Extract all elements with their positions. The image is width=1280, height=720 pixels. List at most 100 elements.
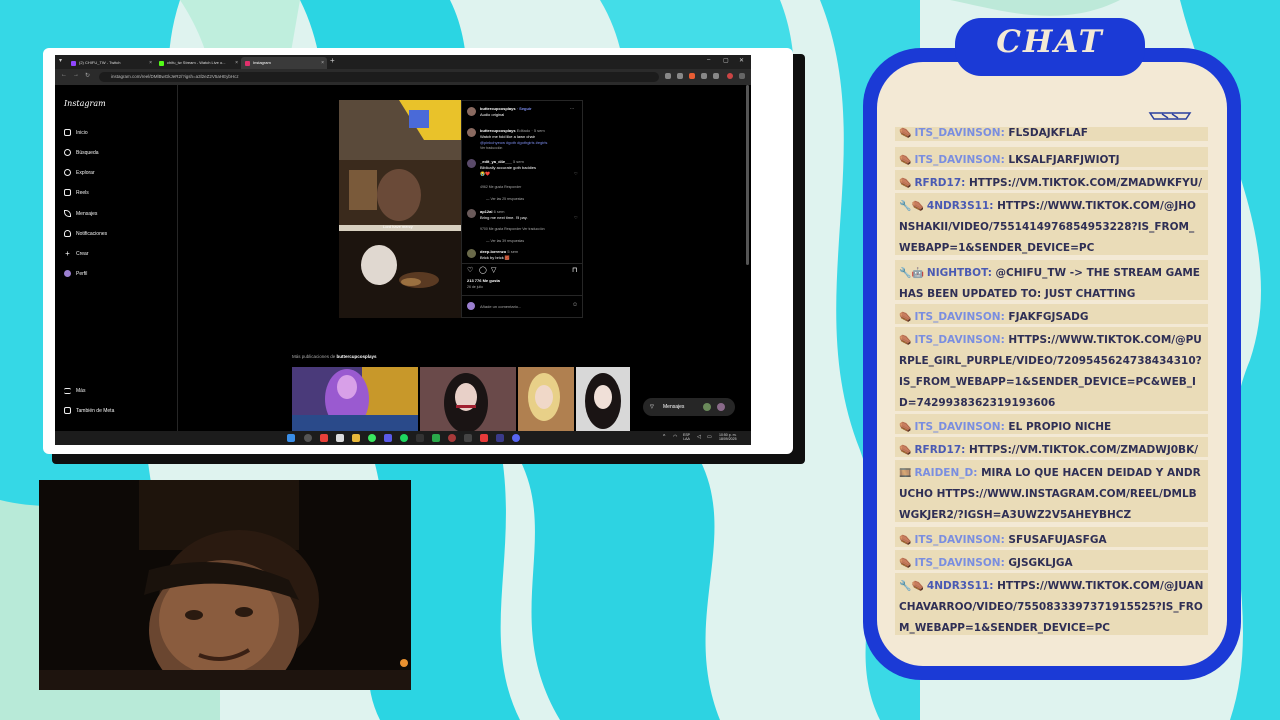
reload-icon[interactable]: ↻ [85,72,90,79]
app-icon[interactable] [416,434,424,442]
wifi-icon[interactable]: ◠ [673,435,677,440]
comment-user[interactable]: deep.lorrenzo [480,249,506,254]
chat-username[interactable]: RFRD17 [914,444,961,456]
nav-mensajes[interactable]: Mensajes [64,209,97,219]
author-username[interactable]: buttercupcosplays · Seguir [480,106,532,111]
save-icon[interactable]: ⊓ [572,266,577,274]
like-comment-icon[interactable]: ♡ [574,215,578,220]
extensions-icon[interactable] [701,73,707,79]
author-avatar[interactable] [467,107,476,116]
app-icon[interactable] [384,434,392,442]
nav-perfil[interactable]: Perfil [64,269,87,279]
view-replies-link[interactable]: — Ver las 25 respuestas [486,197,524,201]
chat-username[interactable]: 4NDR3S11 [927,200,989,212]
comment-avatar[interactable] [467,249,476,258]
start-icon[interactable] [287,434,295,442]
nav-notificaciones[interactable]: Notificaciones [64,229,107,239]
more-post-thumbnail[interactable] [518,367,574,431]
more-posts-user[interactable]: buttercupcosplays [337,354,377,359]
follow-button[interactable]: · Seguir [517,106,532,111]
chat-username[interactable]: ITS_DAVINSON [914,154,1000,166]
app-icon[interactable] [496,434,504,442]
clock[interactable]: 10:50 p. m. 18/09/2025 [719,433,737,441]
forward-icon[interactable]: → [73,72,79,78]
extension-icon[interactable] [689,73,695,79]
chrome-icon[interactable] [368,434,376,442]
comment-avatar[interactable] [467,209,476,218]
caption-user[interactable]: buttercupcosplays [480,128,516,133]
likes-count[interactable]: 213 776 Me gusta [467,278,500,283]
xbox-icon[interactable] [432,434,440,442]
new-tab-button[interactable]: + [330,56,335,65]
tab-twitch[interactable]: (2) CHIFU_TW - Twitch × [67,57,155,69]
messages-button[interactable]: ▽ Mensajes [643,398,735,416]
scrollbar[interactable] [746,85,749,265]
battery-icon[interactable]: ▭ [707,435,712,440]
chat-username[interactable]: NIGHTBOT [927,267,988,279]
chat-username[interactable]: ITS_DAVINSON [914,311,1000,323]
profile-avatar[interactable] [727,73,733,79]
app-icon[interactable] [448,434,456,442]
sidebar-icon[interactable] [713,73,719,79]
discord-icon[interactable] [512,434,520,442]
comment-meta[interactable]: 4962 Me gusta Responder [480,185,521,189]
comment-user[interactable]: ap12al [480,209,492,214]
caption-tags[interactable]: @pinkchyeow #goth #gothgirls #egirls [480,140,547,145]
comment-icon[interactable]: ◯ [479,266,487,274]
tab-menu-icon[interactable]: ▾ [59,57,62,64]
maximize-button[interactable]: ▢ [723,57,729,64]
emoji-icon[interactable]: ☺ [572,302,578,308]
nav-crear[interactable]: + Crear [64,249,88,259]
nav-busqueda[interactable]: Búsqueda [64,148,99,158]
chat-username[interactable]: 4NDR3S11 [927,580,989,592]
more-post-thumbnail[interactable] [420,367,516,431]
chat-username[interactable]: ITS_DAVINSON [914,421,1000,433]
tray-chevron-icon[interactable]: ^ [663,435,665,440]
chat-username[interactable]: RAIDEN_D [914,467,973,479]
search-icon[interactable] [304,434,312,442]
more-options-icon[interactable]: ··· [570,106,574,111]
bookmark-star-icon[interactable] [677,73,683,79]
see-translation-link[interactable]: Ver traducción [480,146,502,150]
menu-icon[interactable] [739,73,745,79]
instagram-logo[interactable]: Instagram [64,99,106,108]
chat-username[interactable]: RFRD17 [914,177,961,189]
folder-icon[interactable] [352,434,360,442]
chat-username[interactable]: ITS_DAVINSON [914,557,1000,569]
cast-icon[interactable] [665,73,671,79]
audio-label[interactable]: Audio original [480,112,504,117]
chat-username[interactable]: ITS_DAVINSON [914,334,1000,346]
tab-instagram[interactable]: Instagram × [241,57,327,69]
language-indicator[interactable]: ESP LAA [683,433,690,441]
close-tab-icon[interactable]: × [321,57,324,69]
add-comment-input[interactable]: Añade un comentario... [480,304,521,309]
like-comment-icon[interactable]: ♡ [574,171,578,176]
close-window-button[interactable]: ✕ [739,57,744,64]
share-icon[interactable]: ▽ [491,266,496,274]
like-icon[interactable]: ♡ [467,266,473,274]
chat-username[interactable]: ITS_DAVINSON [914,534,1000,546]
close-tab-icon[interactable]: × [149,57,152,69]
caption-avatar[interactable] [467,128,476,137]
url-field[interactable]: instagram.com/reel/DMlBwGkJeR2/?igsh=a3l… [99,72,659,82]
comment-avatar[interactable] [467,159,476,168]
chat-username[interactable]: ITS_DAVINSON [914,127,1000,139]
nav-mas[interactable]: Más [64,386,85,396]
minimize-button[interactable]: – [707,57,710,63]
nav-explorar[interactable]: Explorar [64,168,95,178]
spotify-icon[interactable] [400,434,408,442]
reel-video[interactable]: Lord have mercy [339,100,461,318]
back-icon[interactable]: ← [61,72,67,78]
speaker-icon[interactable]: ◁ [697,435,701,440]
brave-icon[interactable] [320,434,328,442]
app-icon[interactable] [464,434,472,442]
comment-user[interactable]: _edit_ya_d4e___ [480,159,512,164]
calendar-icon[interactable] [336,434,344,442]
comment-meta[interactable]: 9700 Me gusta Responder Ver traducción [480,227,545,231]
close-tab-icon[interactable]: × [235,57,238,69]
more-post-thumbnail[interactable] [292,367,418,431]
adobe-icon[interactable] [480,434,488,442]
nav-reels[interactable]: Reels [64,188,89,198]
more-post-thumbnail[interactable] [576,367,630,431]
nav-inicio[interactable]: Inicio [64,128,88,138]
